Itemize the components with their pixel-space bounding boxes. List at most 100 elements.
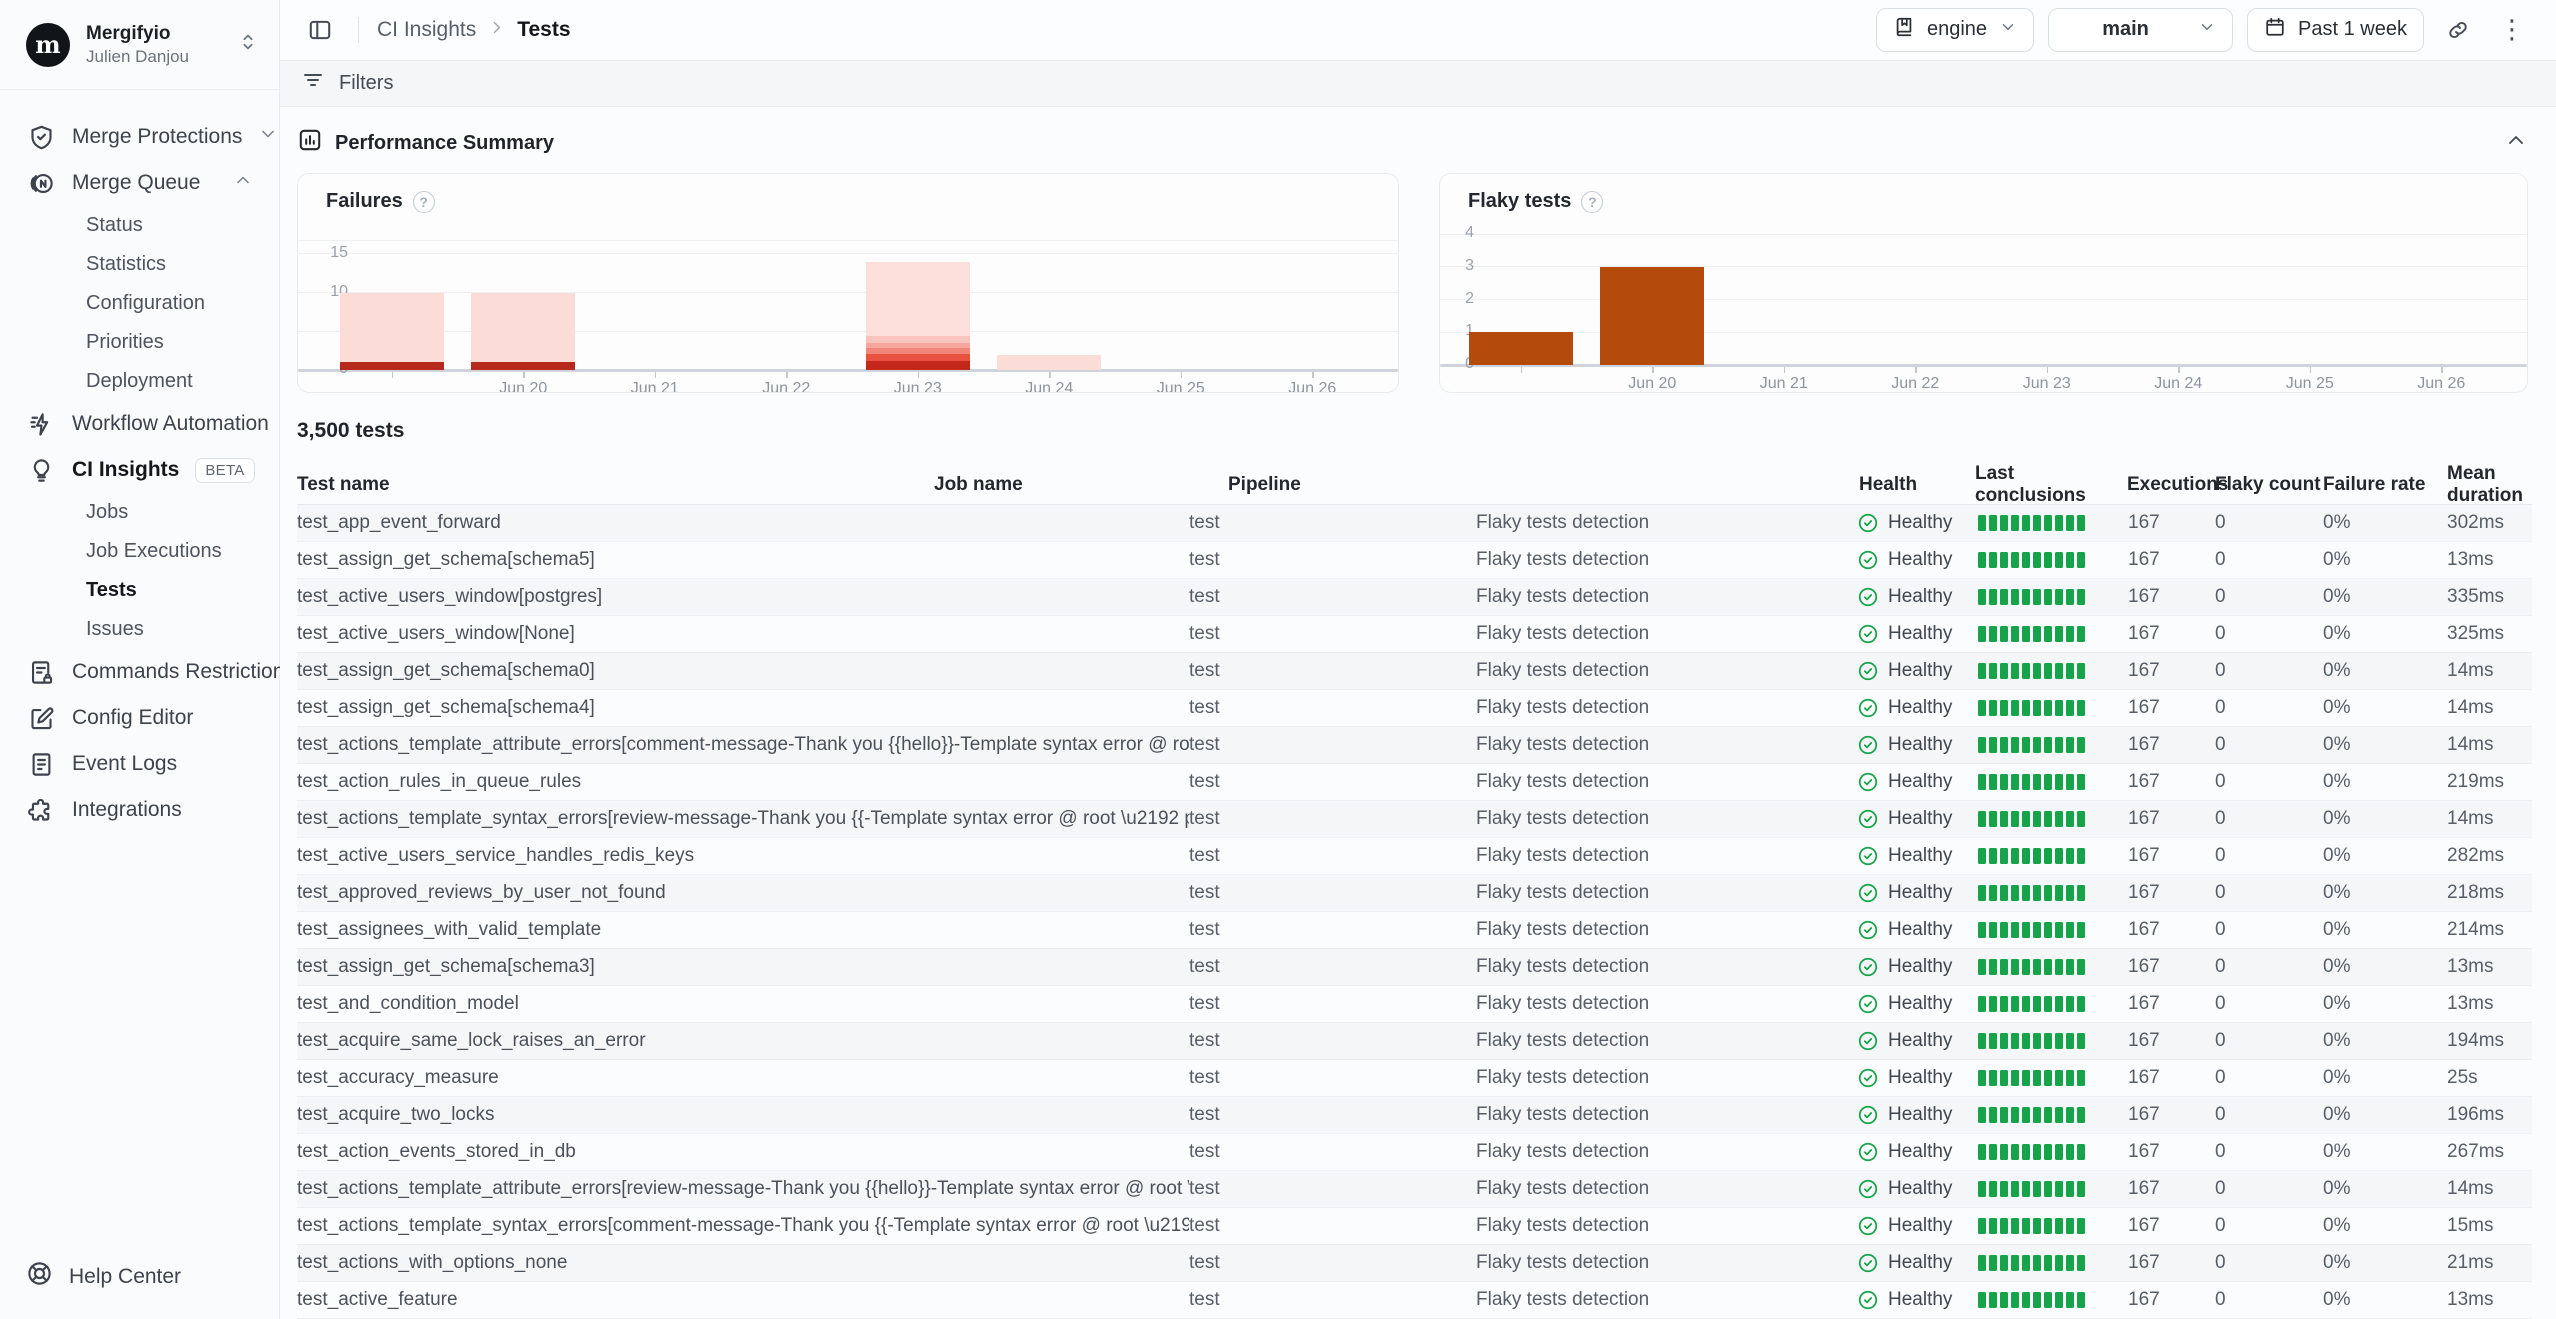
col-test-name[interactable]: Test name: [297, 474, 934, 496]
table-row[interactable]: test_active_users_window[postgres] test …: [297, 579, 2532, 616]
table-row[interactable]: test_action_rules_in_queue_rules test Fl…: [297, 764, 2532, 801]
sidebar-item-status[interactable]: Status: [72, 206, 267, 245]
last-conclusions-bar[interactable]: [1978, 700, 2128, 716]
table-row[interactable]: test_active_feature test Flaky tests det…: [297, 1282, 2532, 1319]
col-pipeline[interactable]: Pipeline: [1228, 474, 1859, 496]
table-row[interactable]: test_actions_template_syntax_errors[comm…: [297, 1208, 2532, 1245]
cell-job-name: test: [1189, 512, 1476, 534]
sidebar-item-statistics[interactable]: Statistics: [72, 245, 267, 284]
table-row[interactable]: test_assign_get_schema[schema5] test Fla…: [297, 542, 2532, 579]
cell-flaky-count: 0: [2215, 993, 2323, 1015]
table-row[interactable]: test_assign_get_schema[schema4] test Fla…: [297, 690, 2532, 727]
sidebar-item-config-editor[interactable]: Config Editor: [12, 695, 267, 741]
last-conclusions-bar[interactable]: [1978, 1070, 2128, 1086]
last-conclusions-bar[interactable]: [1978, 515, 2128, 531]
last-conclusions-bar[interactable]: [1978, 1107, 2128, 1123]
last-conclusions-bar[interactable]: [1978, 737, 2128, 753]
branch-select[interactable]: main: [2048, 8, 2233, 52]
sidebar-item-deployment[interactable]: Deployment: [72, 362, 267, 401]
last-conclusions-bar[interactable]: [1978, 1218, 2128, 1234]
table-row[interactable]: test_actions_template_syntax_errors[revi…: [297, 801, 2532, 838]
col-health[interactable]: Health: [1859, 474, 1975, 496]
last-conclusions-bar[interactable]: [1978, 1144, 2128, 1160]
sidebar-item-jobs[interactable]: Jobs: [72, 493, 267, 532]
cell-failure-rate: 0%: [2323, 1067, 2447, 1089]
table-row[interactable]: test_active_users_service_handles_redis_…: [297, 838, 2532, 875]
sidebar-item-ci-insights[interactable]: CI Insights BETA: [12, 447, 267, 493]
table-row[interactable]: test_assignees_with_valid_template test …: [297, 912, 2532, 949]
table-row[interactable]: test_assign_get_schema[schema3] test Fla…: [297, 949, 2532, 986]
last-conclusions-bar[interactable]: [1978, 1181, 2128, 1197]
col-flaky-count[interactable]: Flaky count: [2215, 474, 2323, 496]
last-conclusions-bar[interactable]: [1978, 922, 2128, 938]
date-range-button[interactable]: Past 1 week: [2247, 8, 2424, 52]
table-row[interactable]: test_active_users_window[None] test Flak…: [297, 616, 2532, 653]
col-executions[interactable]: Executions: [2127, 474, 2215, 496]
last-conclusions-bar[interactable]: [1978, 996, 2128, 1012]
cell-test-name: test_actions_template_attribute_errors[r…: [297, 1178, 1189, 1200]
table-row[interactable]: test_assign_get_schema[schema0] test Fla…: [297, 653, 2532, 690]
last-conclusions-bar[interactable]: [1978, 1033, 2128, 1049]
col-last-conclusions[interactable]: Last conclusions: [1975, 463, 2127, 507]
sidebar-item-issues[interactable]: Issues: [72, 610, 267, 649]
sidebar-item-merge-protections[interactable]: Merge Protections: [12, 114, 267, 160]
last-conclusions-bar[interactable]: [1978, 959, 2128, 975]
sidebar-item-tests[interactable]: Tests: [72, 571, 267, 610]
last-conclusions-bar[interactable]: [1978, 1255, 2128, 1271]
last-conclusions-bar[interactable]: [1978, 626, 2128, 642]
last-conclusions-bar[interactable]: [1978, 774, 2128, 790]
last-conclusions-bar[interactable]: [1978, 811, 2128, 827]
org-switcher[interactable]: m Mergifyio Julien Danjou: [0, 0, 279, 90]
cell-mean-duration: 13ms: [2447, 549, 2532, 571]
cell-executions: 167: [2128, 845, 2215, 867]
last-conclusions-bar[interactable]: [1978, 1292, 2128, 1308]
repository-select[interactable]: engine: [1876, 8, 2034, 52]
sidebar-item-merge-queue[interactable]: Merge Queue: [12, 160, 267, 206]
ci-insights-subnav: Jobs Job Executions Tests Issues: [12, 493, 267, 649]
collapse-section-icon[interactable]: [2504, 128, 2528, 158]
help-icon[interactable]: ?: [413, 191, 435, 213]
healthy-check-icon: [1857, 1289, 1879, 1311]
table-row[interactable]: test_acquire_same_lock_raises_an_error t…: [297, 1023, 2532, 1060]
filters-bar[interactable]: Filters: [280, 61, 2556, 107]
table-row[interactable]: test_approved_reviews_by_user_not_found …: [297, 875, 2532, 912]
table-row[interactable]: test_app_event_forward test Flaky tests …: [297, 505, 2532, 542]
last-conclusions-bar[interactable]: [1978, 848, 2128, 864]
sidebar-item-configuration[interactable]: Configuration: [72, 284, 267, 323]
col-failure-rate[interactable]: Failure rate: [2323, 474, 2447, 496]
table-row[interactable]: test_accuracy_measure test Flaky tests d…: [297, 1060, 2532, 1097]
breadcrumb-ci-insights[interactable]: CI Insights: [377, 18, 476, 42]
cell-job-name: test: [1189, 1178, 1476, 1200]
repo-book-icon: [1893, 16, 1915, 44]
table-row[interactable]: test_actions_template_attribute_errors[r…: [297, 1171, 2532, 1208]
table-row[interactable]: test_acquire_two_locks test Flaky tests …: [297, 1097, 2532, 1134]
sidebar-item-integrations[interactable]: Integrations: [12, 787, 267, 833]
cell-executions: 167: [2128, 623, 2215, 645]
table-row[interactable]: test_and_condition_model test Flaky test…: [297, 986, 2532, 1023]
table-row[interactable]: test_actions_template_attribute_errors[c…: [297, 727, 2532, 764]
last-conclusions-bar[interactable]: [1978, 885, 2128, 901]
cell-pipeline: Flaky tests detection: [1476, 993, 1857, 1015]
cell-health: Healthy: [1857, 771, 1978, 793]
col-mean-duration[interactable]: Mean duration: [2447, 463, 2532, 507]
help-icon[interactable]: ?: [1581, 191, 1603, 213]
table-row[interactable]: test_actions_with_options_none test Flak…: [297, 1245, 2532, 1282]
last-conclusions-bar[interactable]: [1978, 589, 2128, 605]
sidebar-toggle-button[interactable]: [300, 10, 340, 50]
sidebar-item-workflow-automation[interactable]: Workflow Automation: [12, 401, 267, 447]
help-center-link[interactable]: Help Center: [26, 1260, 253, 1293]
sidebar-item-commands-restrictions[interactable]: Commands Restrictions: [12, 649, 267, 695]
healthy-check-icon: [1857, 882, 1879, 904]
sidebar-item-job-executions[interactable]: Job Executions: [72, 532, 267, 571]
sidebar-item-event-logs[interactable]: Event Logs: [12, 741, 267, 787]
performance-summary-header: Performance Summary: [297, 107, 2532, 173]
last-conclusions-bar[interactable]: [1978, 663, 2128, 679]
last-conclusions-bar[interactable]: [1978, 552, 2128, 568]
main-area: CI Insights Tests engine main: [280, 0, 2556, 1319]
col-job-name[interactable]: Job name: [934, 474, 1228, 496]
table-row[interactable]: test_action_events_stored_in_db test Fla…: [297, 1134, 2532, 1171]
copy-link-icon[interactable]: [2438, 10, 2478, 50]
cell-flaky-count: 0: [2215, 1252, 2323, 1274]
more-options-icon[interactable]: ⋮: [2492, 10, 2532, 50]
sidebar-item-priorities[interactable]: Priorities: [72, 323, 267, 362]
